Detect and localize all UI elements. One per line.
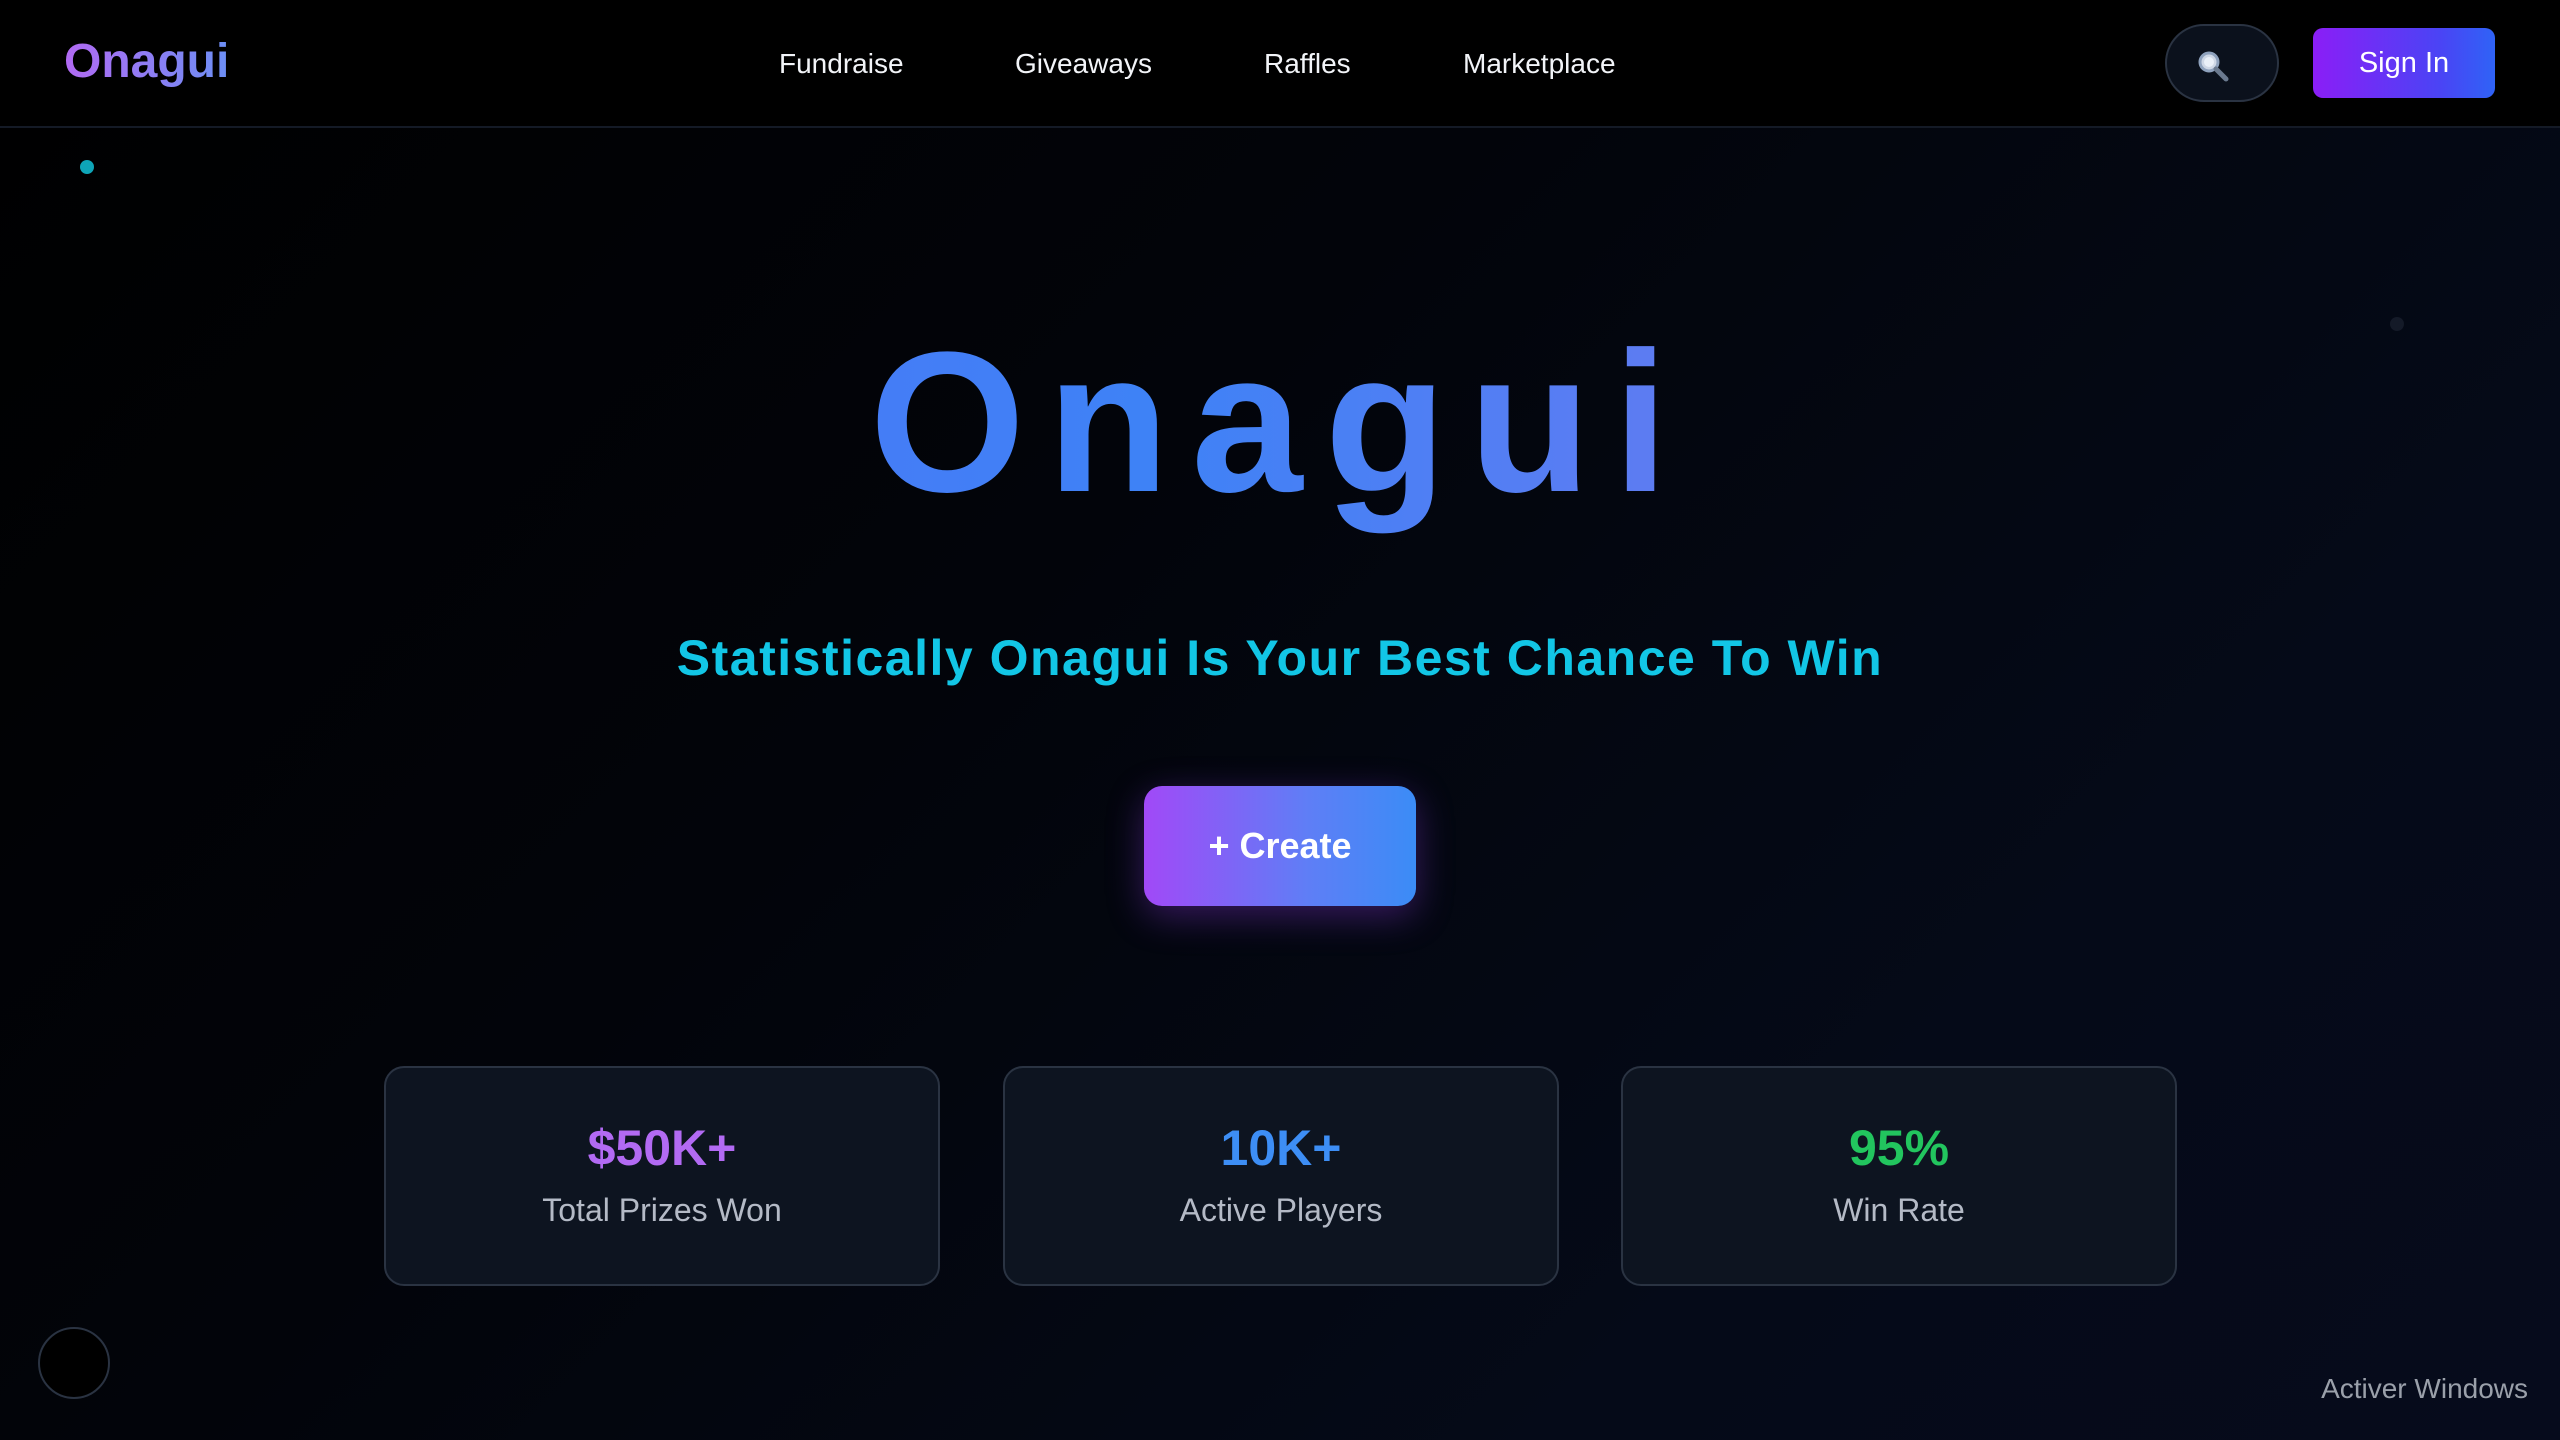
stat-label: Active Players — [1179, 1192, 1383, 1228]
create-button[interactable]: + Create — [1144, 786, 1416, 906]
page: Onagui Fundraise Giveaways Raffles Marke… — [0, 0, 2560, 1440]
top-navbar: Onagui Fundraise Giveaways Raffles Marke… — [0, 0, 2560, 128]
windows-activation-watermark: Activer Windows — [2321, 1373, 2528, 1404]
hero-tagline: Statistically Onagui Is Your Best Chance… — [676, 630, 1884, 686]
stat-card-players: 10K+ Active Players — [1003, 1066, 1559, 1286]
stat-label: Total Prizes Won — [542, 1192, 782, 1228]
stat-value: 95% — [1848, 1120, 1950, 1176]
search-icon — [2198, 51, 2229, 82]
floating-action-circle[interactable] — [38, 1327, 110, 1399]
stat-card-prizes: $50K+ Total Prizes Won — [384, 1066, 940, 1286]
sign-in-button[interactable]: Sign In — [2313, 28, 2495, 98]
nav-link-raffles[interactable]: Raffles — [1264, 46, 1351, 82]
decorative-dot — [80, 160, 94, 174]
hero-title: Onagui — [0, 308, 2560, 538]
stat-value: $50K+ — [587, 1120, 737, 1176]
nav-link-marketplace[interactable]: Marketplace — [1463, 46, 1616, 82]
stat-value: 10K+ — [1220, 1120, 1342, 1176]
search-button[interactable] — [2165, 24, 2279, 102]
stat-card-win-rate: 95% Win Rate — [1621, 1066, 2177, 1286]
stat-label: Win Rate — [1833, 1192, 1965, 1228]
nav-link-fundraise[interactable]: Fundraise — [779, 46, 904, 82]
nav-link-giveaways[interactable]: Giveaways — [1015, 46, 1152, 82]
